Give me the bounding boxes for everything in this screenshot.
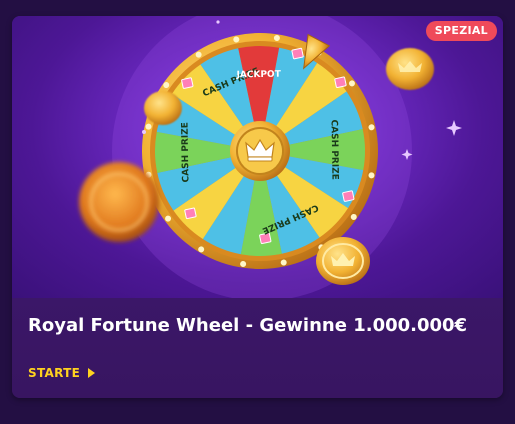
start-button[interactable]: STARTE (28, 366, 96, 380)
coin-icon (316, 237, 370, 285)
coin-icon (144, 91, 182, 125)
wheel-segment-label: CASH PRIZE (328, 119, 339, 179)
special-badge: SPEZIAL (425, 21, 497, 41)
arrow-right-icon (88, 368, 96, 378)
promo-card[interactable]: CASH PRIZE CASH PRIZE CASH PRIZE CASH PR… (12, 16, 503, 398)
page-background: CASH PRIZE CASH PRIZE CASH PRIZE CASH PR… (0, 0, 515, 424)
fortune-wheel-illustration: CASH PRIZE CASH PRIZE CASH PRIZE CASH PR… (79, 16, 462, 298)
wheel-segment-label: CASH PRIZE (180, 122, 191, 182)
coin-icon (79, 162, 159, 242)
promo-title: Royal Fortune Wheel - Gewinne 1.000.000€ (28, 315, 468, 336)
promo-hero-image: CASH PRIZE CASH PRIZE CASH PRIZE CASH PR… (12, 16, 503, 298)
jackpot-label: JACKPOT (235, 70, 281, 81)
promo-info-panel: Royal Fortune Wheel - Gewinne 1.000.000€… (12, 298, 503, 398)
start-button-label: STARTE (28, 366, 81, 380)
coin-icon (386, 48, 434, 90)
